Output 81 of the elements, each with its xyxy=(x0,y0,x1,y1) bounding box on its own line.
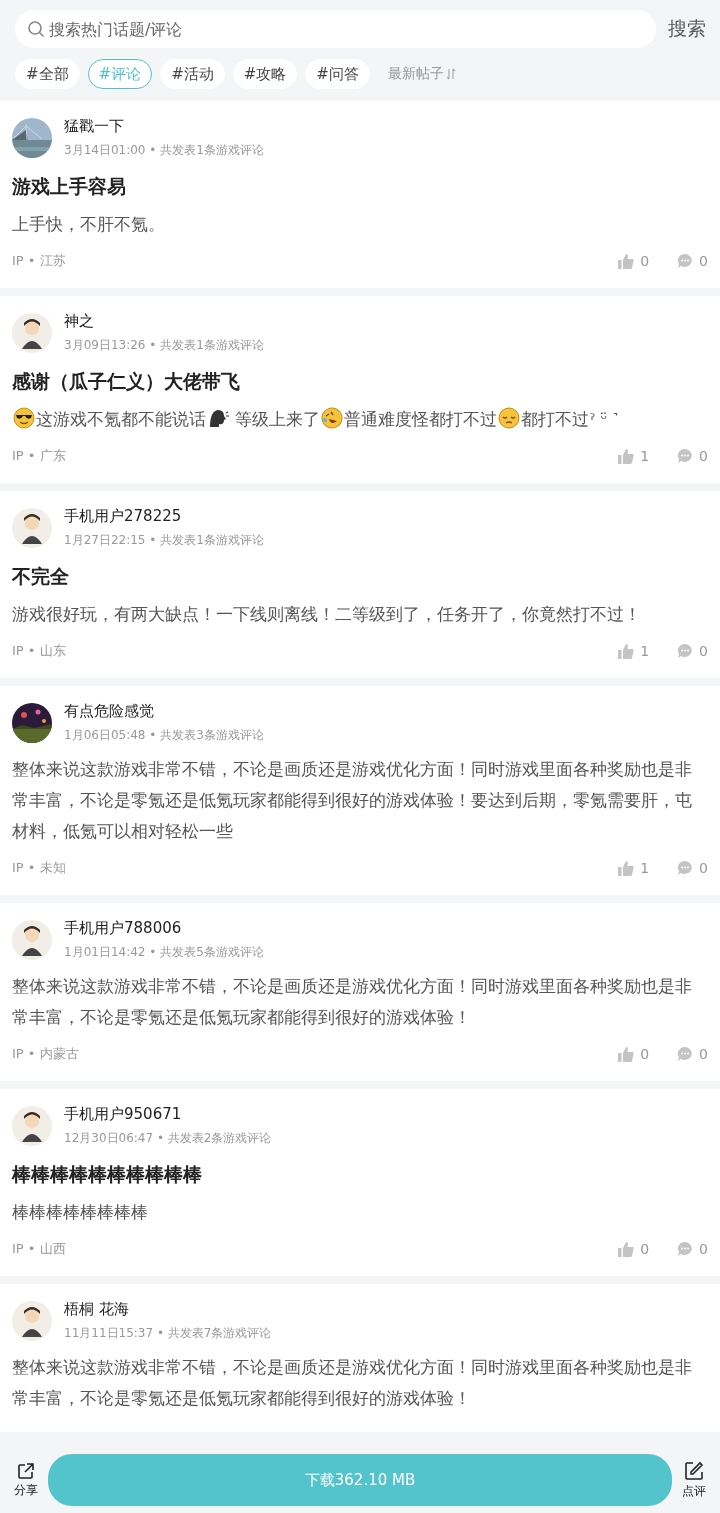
edit-icon xyxy=(684,1460,704,1481)
user-name[interactable]: 有点危险感觉 xyxy=(64,702,264,721)
review-text: 游戏很好玩，有两大缺点！一下线则离线！二等级到了，任务开了，你竟然打不过！ xyxy=(12,605,641,624)
like-button[interactable]: 0 xyxy=(618,1241,650,1257)
user-name[interactable]: 神之 xyxy=(64,312,264,331)
like-button[interactable]: 1 xyxy=(618,448,650,464)
topic-tag[interactable]: #活动 xyxy=(160,59,225,89)
like-button[interactable]: 1 xyxy=(618,643,650,659)
download-button[interactable]: 下载362.10 MB xyxy=(48,1454,672,1506)
like-button[interactable]: 0 xyxy=(618,1046,650,1062)
ip-location: IP • 广东 xyxy=(12,447,66,465)
comment-button[interactable]: 0 xyxy=(677,1241,708,1257)
thumbs-up-icon xyxy=(618,1046,635,1062)
user-name[interactable]: 手机用户788006 xyxy=(64,919,264,938)
sort-icon xyxy=(445,67,456,81)
user-name[interactable]: 猛戳一下 xyxy=(64,117,264,136)
avatar-icon xyxy=(12,313,52,353)
ip-location: IP • 山西 xyxy=(12,1240,66,1258)
comment-button[interactable]: 0 xyxy=(677,448,708,464)
user-name[interactable]: 梧桐 花海 xyxy=(64,1300,272,1319)
avatar-icon xyxy=(12,1106,52,1146)
review-text: 都打不过ˀ ᵕ̈ ˺ xyxy=(521,410,619,429)
laughing-emoji-icon xyxy=(321,407,344,429)
share-icon xyxy=(17,1461,35,1480)
review-text: 普通难度怪都打不过 xyxy=(344,410,498,429)
comment-button[interactable]: 0 xyxy=(677,253,708,269)
review-button[interactable]: 点评 xyxy=(680,1460,708,1500)
like-button[interactable]: 1 xyxy=(618,860,650,876)
avatar-icon xyxy=(12,508,52,548)
review-text: 棒棒棒棒棒棒棒棒 xyxy=(12,1203,148,1222)
comment-bubble-icon xyxy=(677,860,694,876)
comment-button[interactable]: 0 xyxy=(677,1046,708,1062)
topic-tag[interactable]: #评论 xyxy=(87,59,153,89)
pensive-emoji-icon xyxy=(498,407,521,429)
review-text: 整体来说这款游戏非常不错，不论是画质还是游戏优化方面！同时游戏里面各种奖励也是非常丰富，不论是零氪还是低氪玩家都能得到很好的游戏体验！ xyxy=(12,977,692,1027)
post-meta: 1月27日22:15 • 共发表1条游戏评论 xyxy=(64,532,264,549)
avatar-icon xyxy=(12,1301,52,1341)
ip-location: IP • 江苏 xyxy=(12,252,66,270)
review-text: 整体来说这款游戏非常不错，不论是画质还是游戏优化方面！同时游戏里面各种奖励也是非常丰富，不论是零氪还是低氪玩家都能得到很好的游戏体验！ xyxy=(12,1358,692,1408)
avatar-icon xyxy=(12,920,52,960)
user-name[interactable]: 手机用户278225 xyxy=(64,507,264,526)
search-button[interactable]: 搜索 xyxy=(668,16,706,42)
review-text: 这游戏不氪都不能说话 xyxy=(36,410,206,429)
topic-tag[interactable]: #攻略 xyxy=(232,59,298,89)
sunglasses-emoji-icon xyxy=(13,407,35,429)
comment-bubble-icon xyxy=(677,1241,694,1257)
review-title: 棒棒棒棒棒棒棒棒棒棒 xyxy=(12,1162,203,1187)
post-meta: 1月01日14:42 • 共发表5条游戏评论 xyxy=(64,944,264,961)
review-title: 游戏上手容易 xyxy=(12,174,127,199)
like-button[interactable]: 0 xyxy=(618,253,650,269)
comment-bubble-icon xyxy=(677,253,694,269)
ip-location: IP • 内蒙古 xyxy=(12,1045,79,1063)
topic-tag[interactable]: #全部 xyxy=(15,59,80,89)
share-button[interactable]: 分享 xyxy=(12,1461,40,1499)
sort-button[interactable]: 最新帖子 xyxy=(387,65,456,83)
post-meta: 11月11日15:37 • 共发表7条游戏评论 xyxy=(64,1325,272,1342)
comment-bubble-icon xyxy=(677,1046,694,1062)
post-meta: 12月30日06:47 • 共发表2条游戏评论 xyxy=(64,1130,272,1147)
review-text: 上手快，不肝不氪。 xyxy=(12,215,165,234)
comment-bubble-icon xyxy=(677,643,694,659)
thumbs-up-icon xyxy=(618,643,635,659)
post-meta: 1月06日05:48 • 共发表3条游戏评论 xyxy=(64,727,264,744)
thumbs-up-icon xyxy=(618,448,635,464)
review-text: 整体来说这款游戏非常不错，不论是画质还是游戏优化方面！同时游戏里面各种奖励也是非常丰富，不论是零氪还是低氪玩家都能得到很好的游戏体验！要达到后期，零氪需要肝，屯材料，低氪可以相对轻松一些 xyxy=(12,760,692,841)
comment-bubble-icon xyxy=(677,448,694,464)
topic-tag[interactable]: #问答 xyxy=(305,59,370,89)
thumbs-up-icon xyxy=(618,253,635,269)
ip-location: IP • 未知 xyxy=(12,859,66,877)
review-title: 不完全 xyxy=(12,564,70,589)
search-field[interactable]: 搜索热门话题/评论 xyxy=(15,10,656,48)
comment-button[interactable]: 0 xyxy=(677,643,708,659)
comment-button[interactable]: 0 xyxy=(677,860,708,876)
speaking-head-icon xyxy=(207,407,229,429)
post-meta: 3月14日01:00 • 共发表1条游戏评论 xyxy=(64,142,264,159)
thumbs-up-icon xyxy=(618,860,635,876)
post-meta: 3月09日13:26 • 共发表1条游戏评论 xyxy=(64,337,264,354)
review-text: 等级上来了 xyxy=(234,410,321,429)
ip-location: IP • 山东 xyxy=(12,642,66,660)
thumbs-up-icon xyxy=(618,1241,635,1257)
review-title: 感谢（瓜子仁义）大佬带飞 xyxy=(12,369,241,394)
user-name[interactable]: 手机用户950671 xyxy=(64,1105,272,1124)
